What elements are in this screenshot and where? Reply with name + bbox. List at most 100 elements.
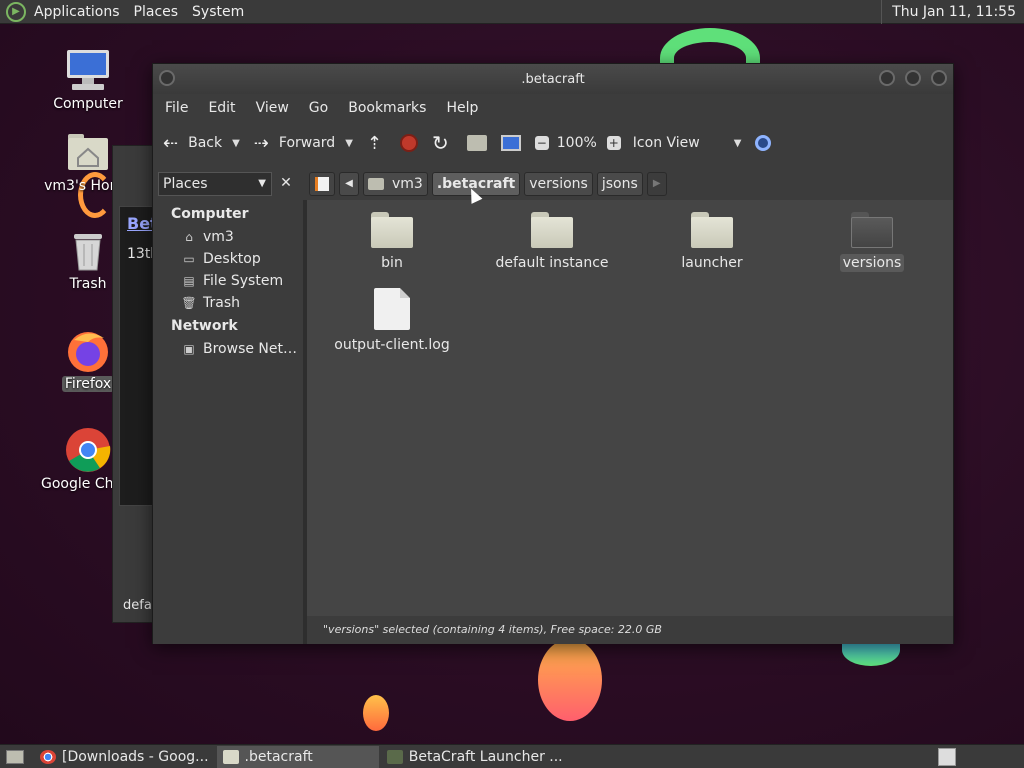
workspace-switcher[interactable] <box>938 747 956 766</box>
menu-bookmarks[interactable]: Bookmarks <box>348 100 426 116</box>
file-manager-window: .betacraft File Edit View Go Bookmarks H… <box>152 63 954 644</box>
folder-item-launcher[interactable]: launcher <box>647 212 777 272</box>
sidebar-item-label: vm3 <box>203 229 234 245</box>
breadcrumb-jsons[interactable]: jsons <box>596 172 643 196</box>
search-button[interactable] <box>755 135 772 151</box>
forward-history-dropdown-icon[interactable]: ▼ <box>345 138 353 149</box>
breadcrumb-vm3[interactable]: vm3 <box>363 172 428 196</box>
chevron-down-icon: ▼ <box>258 178 266 189</box>
mate-logo-icon[interactable]: ▶ <box>6 1 26 22</box>
chevron-down-icon: ▼ <box>733 137 742 149</box>
menu-edit[interactable]: Edit <box>208 100 235 116</box>
close-sidebar-icon[interactable]: ✕ <box>277 174 295 192</box>
breadcrumb-label: vm3 <box>392 176 423 192</box>
sidebar-item-trash[interactable]: 🗑 Trash <box>153 292 303 314</box>
up-button[interactable]: ⇡ <box>367 133 386 154</box>
close-icon[interactable] <box>931 70 947 86</box>
task-label: BetaCraft Launcher ... <box>408 748 563 765</box>
folder-item-versions[interactable]: versions <box>807 212 937 272</box>
zoom-out-button[interactable]: − <box>534 136 549 150</box>
places-combo[interactable]: Places ▼ <box>158 172 272 196</box>
places-sidebar: Computer ⌂ vm3 ▭ Desktop ▤ File System 🗑… <box>153 200 303 644</box>
zoom-in-button[interactable]: + <box>606 136 621 150</box>
sidebar-item-file-system[interactable]: ▤ File System <box>153 270 303 292</box>
chevron-left-icon: ◀ <box>345 178 353 189</box>
system-menu[interactable]: System <box>192 4 244 20</box>
firefox-icon <box>64 326 112 374</box>
folder-icon <box>531 212 573 248</box>
desktop-icon-label: Computer <box>53 96 123 112</box>
desktop-folder-icon: ▭ <box>183 252 195 266</box>
desktop-icon-computer[interactable]: Computer <box>38 46 138 112</box>
breadcrumb-versions[interactable]: versions <box>524 172 593 196</box>
breadcrumb-scroll-right[interactable]: ▶ <box>646 172 667 196</box>
desktop-icon-label: Trash <box>69 276 107 292</box>
sidebar-header-network: Network <box>171 318 238 334</box>
task-betacraft-folder[interactable]: .betacraft <box>216 745 379 768</box>
home-button[interactable] <box>466 135 487 151</box>
menubar: File Edit View Go Bookmarks Help <box>153 94 953 122</box>
view-mode-select[interactable]: Icon View ▼ <box>633 135 742 151</box>
stop-button[interactable] <box>400 134 418 152</box>
file-name: default instance <box>495 255 609 271</box>
zoom-out-icon: − <box>534 136 549 150</box>
home-icon <box>368 178 384 190</box>
status-bar: "versions" selected (containing 4 items)… <box>307 616 953 644</box>
view-mode-label: Icon View <box>632 135 700 151</box>
breadcrumb-scroll-left[interactable]: ◀ <box>339 172 359 196</box>
trash-icon <box>64 226 112 274</box>
file-name: launcher <box>681 255 743 271</box>
breadcrumb: ◀ vm3 .betacraft versions jsons ▶ <box>309 170 671 198</box>
clock[interactable]: Thu Jan 11, 11:55 <box>881 0 1024 24</box>
forward-button[interactable]: ⇢ Forward ▼ <box>254 133 353 154</box>
maximize-icon[interactable] <box>905 70 921 86</box>
file-view[interactable]: bin default instance launcher versions o… <box>307 200 953 616</box>
folder-item-bin[interactable]: bin <box>327 212 457 272</box>
applications-menu[interactable]: Applications <box>34 4 120 20</box>
menu-file[interactable]: File <box>165 100 188 116</box>
places-menu[interactable]: Places <box>134 4 179 20</box>
folder-item-default-instance[interactable]: default instance <box>487 212 617 272</box>
wallpaper-blob <box>363 695 389 731</box>
sidebar-item-label: Trash <box>203 295 240 311</box>
breadcrumb-label: jsons <box>601 176 638 192</box>
back-button[interactable]: ⇠ Back ▼ <box>163 133 240 154</box>
sidebar-item-browse-network[interactable]: ▣ Browse Net… <box>153 338 303 360</box>
chrome-icon <box>64 426 112 474</box>
sidebar-item-vm3[interactable]: ⌂ vm3 <box>153 226 303 248</box>
computer-button[interactable] <box>500 135 521 151</box>
minimize-icon[interactable] <box>879 70 895 86</box>
menu-help[interactable]: Help <box>446 100 478 116</box>
computer-icon <box>64 46 112 94</box>
trash-icon: 🗑 <box>181 296 197 310</box>
betacraft-app-icon <box>386 749 403 764</box>
menu-view[interactable]: View <box>256 100 289 116</box>
reload-icon: ↻ <box>432 131 449 155</box>
back-history-dropdown-icon[interactable]: ▼ <box>232 138 240 149</box>
task-betacraft-launcher[interactable]: BetaCraft Launcher ... <box>381 746 569 768</box>
task-downloads-chrome[interactable]: [Downloads - Goog... <box>34 746 215 768</box>
file-name: versions <box>839 254 905 272</box>
file-item-output-client-log[interactable]: output-client.log <box>327 288 457 354</box>
drive-icon: ▤ <box>183 274 195 288</box>
toolbar: ⇠ Back ▼ ⇢ Forward ▼ ⇡ ↻ − 100% + Icon V… <box>153 122 953 164</box>
home-icon: ⌂ <box>185 230 193 244</box>
chevron-right-icon: ▶ <box>652 178 661 189</box>
sidebar-header-computer: Computer <box>171 206 249 222</box>
folder-icon <box>691 212 733 248</box>
folder-icon <box>222 749 239 764</box>
sidebar-item-label: Browse Net… <box>203 341 298 357</box>
window-menu-icon[interactable] <box>159 70 175 86</box>
menu-go[interactable]: Go <box>309 100 328 116</box>
computer-icon <box>500 135 521 151</box>
home-icon <box>466 135 487 151</box>
folder-icon <box>851 212 893 248</box>
background-window-text: defa <box>123 598 152 613</box>
toggle-location-entry-button[interactable] <box>309 172 335 196</box>
show-desktop-button[interactable] <box>0 746 30 768</box>
up-arrow-icon: ⇡ <box>366 132 382 154</box>
sidebar-item-desktop[interactable]: ▭ Desktop <box>153 248 303 270</box>
window-titlebar[interactable]: .betacraft <box>153 64 953 94</box>
top-panel: ▶ Applications Places System Thu Jan 11,… <box>0 0 1024 24</box>
reload-button[interactable]: ↻ <box>432 131 453 155</box>
